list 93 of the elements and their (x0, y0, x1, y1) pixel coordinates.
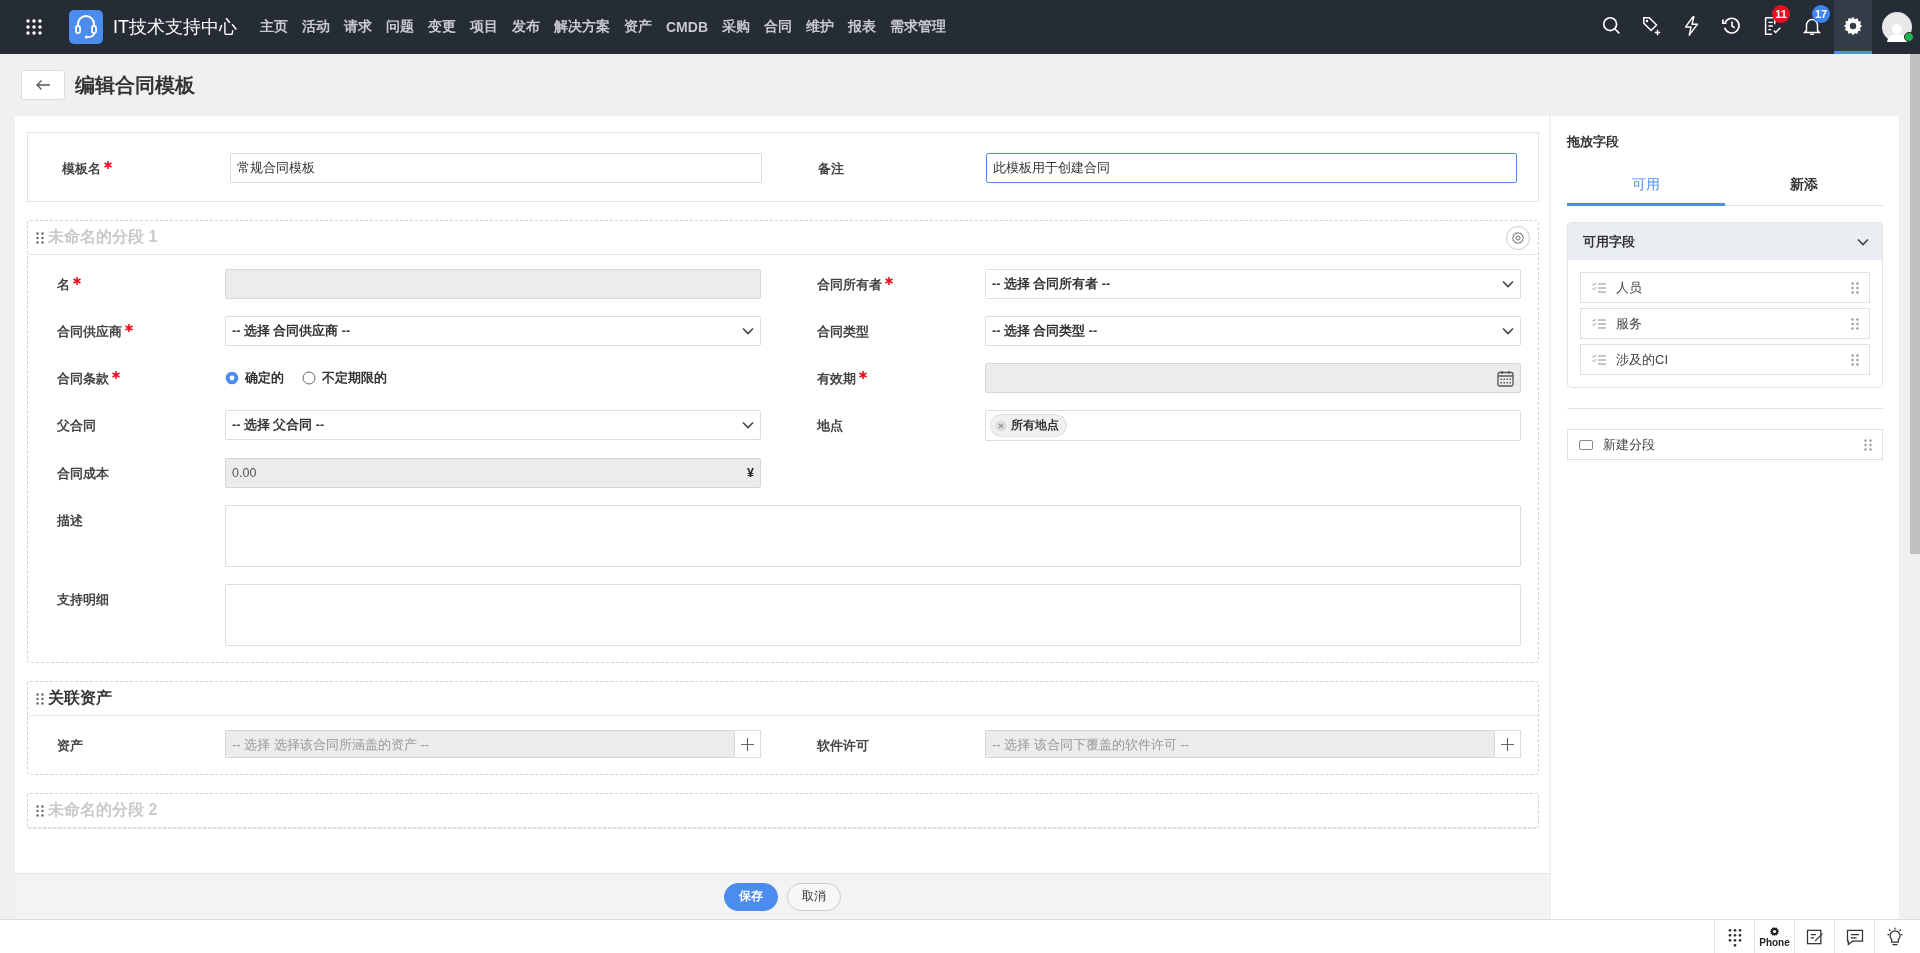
checklist-icon (1592, 281, 1606, 294)
drag-handle-icon[interactable] (1851, 353, 1859, 366)
checklist-button[interactable]: 11 (1752, 0, 1792, 54)
field-label: 支持明细 (57, 591, 109, 609)
nav-link[interactable]: 资产 (617, 18, 659, 36)
avatar[interactable] (1882, 12, 1912, 42)
add-button[interactable] (735, 730, 761, 758)
nav-link[interactable]: 报表 (841, 18, 883, 36)
drag-handle-icon[interactable] (36, 804, 44, 817)
new-section-item[interactable]: 新建分段 (1567, 429, 1883, 460)
chevron-icon (742, 327, 754, 335)
radio-icon[interactable] (302, 371, 316, 385)
settings-button[interactable] (1834, 0, 1872, 54)
tag-field[interactable]: 所有地点 (985, 410, 1521, 441)
nav-link[interactable]: 问题 (379, 18, 421, 36)
nav-link[interactable]: 活动 (295, 18, 337, 36)
text-field[interactable]: 常规合同模板 (230, 153, 762, 183)
group-header[interactable]: 可用字段 (1568, 223, 1882, 260)
add-button[interactable] (1495, 730, 1521, 758)
nav-link[interactable]: 解决方案 (547, 18, 617, 36)
checklist-icon (1592, 317, 1606, 330)
field-label: 合同供应商 (57, 323, 122, 341)
page-title: 编辑合同模板 (75, 72, 195, 98)
field-item[interactable]: 服务 (1580, 308, 1870, 339)
field-label: 软件许可 (817, 737, 869, 755)
settings-icon[interactable] (1769, 925, 1780, 937)
nav-link[interactable]: 采购 (715, 18, 757, 36)
group-title: 可用字段 (1583, 232, 1635, 251)
count-badge: 11 (1772, 5, 1790, 23)
nav-link[interactable]: CMDB (659, 19, 715, 35)
app-grid-icon[interactable] (26, 19, 42, 35)
dropdown[interactable]: -- 选择 合同类型 -- (985, 316, 1521, 346)
radio-option[interactable]: 不定期限的 (302, 369, 387, 387)
field-label: 合同条款 (57, 370, 109, 388)
nav-link[interactable]: 请求 (337, 18, 379, 36)
dropdown[interactable]: -- 选择 合同所有者 -- (985, 269, 1521, 299)
radio-icon[interactable] (225, 371, 239, 385)
chevron-icon (1857, 237, 1869, 246)
drag-handle-icon[interactable] (36, 692, 44, 705)
chevron-icon (1502, 280, 1514, 288)
field-item[interactable]: 人员 (1580, 272, 1870, 303)
nav-link[interactable]: 合同 (757, 18, 799, 36)
textarea-field[interactable] (225, 505, 1521, 567)
cancel-button[interactable]: 取消 (786, 882, 841, 911)
nav-link[interactable]: 维护 (799, 18, 841, 36)
plus-icon[interactable] (1501, 737, 1514, 751)
field-label: 备注 (817, 160, 844, 178)
field-label: 模板名 (62, 160, 101, 178)
drag-handle-icon[interactable] (1851, 317, 1859, 330)
field-item[interactable]: 涉及的CI (1580, 344, 1870, 375)
field-label: 有效期 (817, 370, 856, 388)
drag-handle-icon[interactable] (1851, 281, 1859, 294)
field-label: 合同所有者 (817, 276, 882, 294)
bell-button[interactable]: 17 (1792, 0, 1832, 54)
plus-icon[interactable] (741, 737, 754, 751)
section-settings-button[interactable] (1506, 225, 1530, 250)
section-icon (1579, 439, 1593, 450)
chevron-icon (742, 421, 754, 429)
app-title: IT技术支持中心 (113, 16, 237, 39)
back-button[interactable] (21, 70, 65, 100)
dropdown[interactable]: -- 选择 父合同 -- (225, 410, 761, 440)
location-tag[interactable]: 所有地点 (990, 414, 1067, 437)
panel-title: 拖放字段 (1567, 133, 1620, 151)
dropdown[interactable]: -- 选择 合同供应商 -- (225, 316, 761, 346)
section-title: 关联资产 (48, 688, 112, 708)
count-badge: 17 (1812, 5, 1830, 23)
text-field[interactable]: 此模板用于创建合同 (985, 153, 1517, 183)
field-label: 父合同 (57, 417, 96, 435)
drag-handle-icon[interactable] (1864, 438, 1872, 451)
field-label: 资产 (57, 737, 83, 755)
field-label: 合同类型 (817, 323, 869, 341)
tab[interactable]: 新添 (1725, 166, 1883, 206)
nav-link[interactable]: 项目 (463, 18, 505, 36)
back-arrow-icon[interactable] (35, 79, 51, 91)
nav-link[interactable]: 主页 (253, 18, 295, 36)
field-label: 地点 (817, 417, 843, 435)
checklist-icon (1592, 353, 1606, 366)
nav-link[interactable]: 需求管理 (883, 18, 953, 36)
radio-option[interactable]: 确定的 (225, 369, 284, 387)
settings-icon[interactable] (1842, 14, 1864, 37)
nav-link[interactable]: 变更 (421, 18, 463, 36)
nav-link[interactable]: 发布 (505, 18, 547, 36)
field-label: 描述 (57, 512, 83, 530)
chevron-icon (1502, 327, 1514, 335)
textarea-field[interactable] (225, 584, 1521, 646)
tag-plus-icon[interactable] (1641, 14, 1663, 37)
tab[interactable]: 可用 (1567, 166, 1725, 206)
headset-logo-icon (69, 10, 103, 44)
search-icon[interactable] (1601, 14, 1623, 37)
field-label: 合同成本 (57, 465, 109, 483)
drag-handle-icon[interactable] (36, 231, 44, 244)
history-icon[interactable] (1721, 14, 1743, 37)
field-label: 名 (57, 276, 70, 294)
